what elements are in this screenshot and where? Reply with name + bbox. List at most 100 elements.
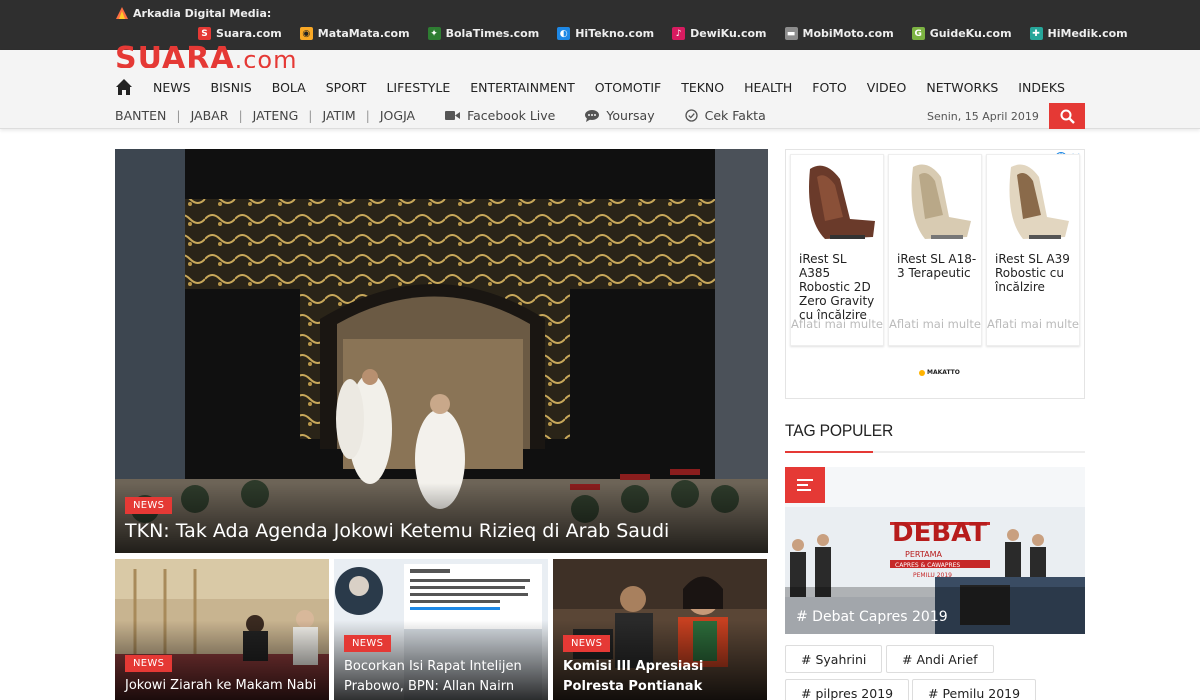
main-nav: NEWS BISNIS BOLA SPORT LIFESTYLE ENTERTA… [115, 78, 1065, 96]
network-site-mobimoto[interactable]: ▬ MobiMoto.com [784, 27, 894, 40]
advertiser-logo[interactable]: MAKATTO [919, 369, 960, 376]
ad-product-more[interactable]: Aflati mai multe [791, 317, 883, 331]
article-category-badge[interactable]: NEWS [344, 635, 392, 652]
article-card[interactable]: NEWS Komisi III Apresiasi Polresta Ponti… [553, 559, 767, 700]
tag-populer-heading: TAG POPULER [785, 421, 894, 440]
network-brand[interactable]: Arkadia Digital Media: [115, 6, 271, 20]
nav-item-video[interactable]: VIDEO [867, 80, 907, 95]
nav-item-entertainment[interactable]: ENTERTAINMENT [470, 80, 574, 95]
network-sites: S Suara.com ◉ MataMata.com ✦ BolaTimes.com … [198, 27, 1128, 40]
current-date: Senin, 15 April 2019 [927, 110, 1039, 123]
ad-product[interactable]: iRest SL A18-3 Terapeutic Aflati mai mul… [888, 154, 982, 346]
network-site-suara[interactable]: S Suara.com [198, 27, 282, 40]
network-site-label: DewiKu.com [690, 27, 767, 40]
facebook-live-label: Facebook Live [467, 108, 556, 123]
site-header: SUARA.com NEWS BISNIS BOLA SPORT LIFESTY… [0, 42, 1200, 129]
cek-fakta-link[interactable]: Cek Fakta [684, 108, 766, 123]
nav-item-bisnis[interactable]: BISNIS [211, 80, 252, 95]
article-title[interactable]: Jokowi Ziarah ke Makam Nabi [125, 676, 321, 696]
article-card[interactable]: NEWS Bocorkan Isi Rapat Intelijen Prabow… [334, 559, 548, 700]
logo-main-text: SUARA [115, 42, 235, 68]
arkadia-logo-icon [116, 7, 128, 19]
himedik-icon: ✚ [1029, 27, 1043, 40]
ad-product-name: iRest SL A385 Robostic 2D Zero Gravity c… [799, 252, 875, 322]
ad-product[interactable]: iRest SL A39 Robostic cu încălzire Aflat… [986, 154, 1080, 346]
nav-item-sport[interactable]: SPORT [326, 80, 367, 95]
mobimoto-icon: ▬ [784, 27, 798, 40]
ad-product[interactable]: iRest SL A385 Robostic 2D Zero Gravity c… [790, 154, 884, 346]
network-site-dewiku[interactable]: ♪ DewiKu.com [672, 27, 767, 40]
nav-item-tekno[interactable]: TEKNO [681, 80, 724, 95]
article-title[interactable]: Bocorkan Isi Rapat Intelijen Prabowo, BP… [344, 657, 540, 697]
network-site-label: HiTekno.com [575, 27, 655, 40]
nav-item-otomotif[interactable]: OTOMOTIF [595, 80, 661, 95]
featured-tag-card[interactable]: DEBAT PERTAMA CAPRES & CAWAPRES PEMILU 2… [785, 467, 1085, 634]
region-jogja[interactable]: JOGJA [380, 108, 415, 123]
facebook-live-link[interactable]: Facebook Live [445, 108, 555, 123]
article-title[interactable]: Komisi III Apresiasi Polresta Pontianak … [563, 657, 759, 700]
nav-item-health[interactable]: HEALTH [744, 80, 792, 95]
svg-text:PERTAMA: PERTAMA [905, 550, 942, 559]
region-banten[interactable]: BANTEN [115, 108, 166, 123]
article-category-badge[interactable]: NEWS [563, 635, 611, 652]
nav-item-networks[interactable]: NETWORKS [926, 80, 998, 95]
article-card[interactable]: NEWS Jokowi Ziarah ke Makam Nabi [115, 559, 329, 700]
tag-chip[interactable]: # Syahrini [785, 645, 883, 673]
suara-icon: S [198, 27, 211, 40]
dewiku-icon: ♪ [672, 27, 686, 40]
ad-product-more[interactable]: Aflati mai multe [889, 317, 981, 331]
headline-shade [115, 483, 768, 553]
suara-logo[interactable]: SUARA.com [115, 42, 297, 68]
network-site-guideku[interactable]: G GuideKu.com [911, 27, 1012, 40]
cek-fakta-label: Cek Fakta [704, 108, 766, 123]
region-divider: | [238, 108, 243, 123]
advertiser-logo-icon [919, 369, 925, 376]
nav-item-lifestyle[interactable]: LIFESTYLE [386, 80, 450, 95]
video-camera-icon [445, 111, 461, 120]
featured-tag-title[interactable]: # Debat Capres 2019 [796, 609, 948, 625]
tag-chip[interactable]: # pilpres 2019 [785, 679, 910, 700]
region-divider: | [176, 108, 181, 123]
nav-item-foto[interactable]: FOTO [812, 80, 847, 95]
lines-icon [797, 479, 813, 491]
svg-text:DEBAT: DEBAT [892, 518, 987, 548]
network-site-himedik[interactable]: ✚ HiMedik.com [1029, 27, 1128, 40]
yoursay-link[interactable]: Yoursay [585, 108, 655, 123]
nav-item-indeks[interactable]: INDEKS [1018, 80, 1065, 95]
tag-chip[interactable]: # Pemilu 2019 [912, 679, 1037, 700]
ad-product-more[interactable]: Aflati mai multe [987, 317, 1079, 331]
headline-category-badge[interactable]: NEWS [125, 497, 173, 514]
hitekno-icon: ◐ [557, 27, 571, 40]
nav-item-news[interactable]: NEWS [153, 80, 191, 95]
network-site-bolatimes[interactable]: ✦ BolaTimes.com [427, 27, 540, 40]
network-site-matamata[interactable]: ◉ MataMata.com [299, 27, 410, 40]
network-site-label: BolaTimes.com [445, 27, 540, 40]
network-brand-label: Arkadia Digital Media: [133, 6, 272, 20]
tag-chip[interactable]: # Andi Arief [886, 645, 994, 673]
network-site-label: GuideKu.com [929, 27, 1012, 40]
massage-chair-image [809, 165, 875, 239]
region-jateng[interactable]: JATENG [253, 108, 299, 123]
guideku-icon: G [911, 27, 925, 40]
ad-product-name: iRest SL A18-3 Terapeutic [897, 252, 977, 280]
article-category-badge[interactable]: NEWS [125, 655, 173, 672]
nav-item-bola[interactable]: BOLA [272, 80, 306, 95]
network-site-label: MobiMoto.com [802, 27, 894, 40]
region-jatim[interactable]: JATIM [323, 108, 356, 123]
massage-chair-image [911, 164, 971, 239]
headline-title[interactable]: TKN: Tak Ada Agenda Jokowi Ketemu Rizieq… [125, 520, 669, 542]
region-divider: | [365, 108, 370, 123]
search-button[interactable] [1049, 103, 1085, 129]
bolatimes-icon: ✦ [427, 27, 441, 40]
network-site-label: MataMata.com [317, 27, 410, 40]
network-site-hitekno[interactable]: ◐ HiTekno.com [557, 27, 654, 40]
massage-chair-image [1009, 164, 1069, 239]
region-divider: | [308, 108, 313, 123]
headline-article[interactable]: NEWS TKN: Tak Ada Agenda Jokowi Ketemu R… [115, 149, 768, 553]
menu-icon[interactable] [785, 467, 825, 503]
region-jabar[interactable]: JABAR [191, 108, 229, 123]
chat-bubble-icon [585, 109, 600, 122]
ad-product-name: iRest SL A39 Robostic cu încălzire [995, 252, 1070, 294]
network-site-label: HiMedik.com [1047, 27, 1128, 40]
home-icon[interactable] [115, 78, 133, 96]
